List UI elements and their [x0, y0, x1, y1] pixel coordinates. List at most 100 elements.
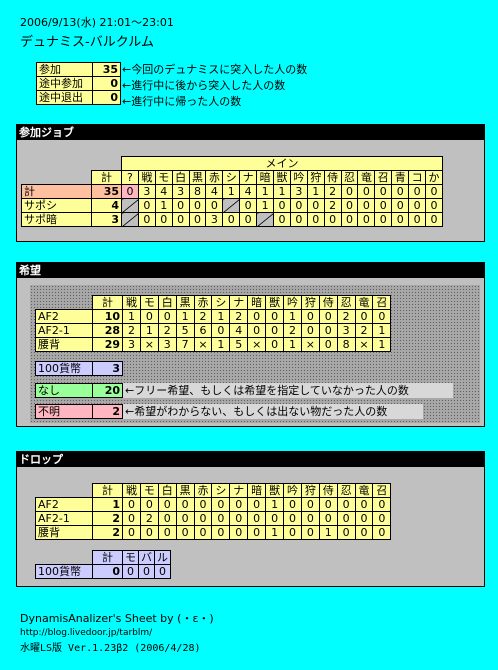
- drop-currency-header: モ: [122, 550, 139, 565]
- jobs-row-label: サポシ: [21, 198, 92, 213]
- drop-col-header: 召: [372, 483, 392, 498]
- drop-cell: 0: [157, 497, 177, 512]
- drop-cell: 0: [336, 511, 356, 526]
- jobs-cell: 0: [374, 184, 393, 199]
- drop-currency-cell: 0: [154, 564, 171, 579]
- hope-unknown-value: 2: [92, 404, 123, 419]
- jobs-cell: 0: [391, 198, 410, 213]
- jobs-col-header: 黒: [188, 170, 207, 185]
- hope-cell: 0: [372, 309, 392, 324]
- drop-currency-header: ル: [154, 550, 171, 565]
- hope-row: 腰背 29 3 × 3 7 × 1 5 × 0 1 × 0 8 × 1: [35, 337, 392, 352]
- footer-credit: DynamisAnalizer's Sheet by (・ε・): [20, 612, 214, 625]
- drop-col-header: 赤: [193, 483, 213, 498]
- drop-cell: 2: [139, 511, 159, 526]
- hope-cell: 2: [354, 323, 374, 338]
- jobs-cell: 0: [408, 184, 427, 199]
- jobs-row-total: 4: [91, 198, 122, 213]
- drop-cell: 1: [265, 525, 285, 540]
- drop-cell: 0: [157, 525, 177, 540]
- footer-url[interactable]: http://blog.livedoor.jp/tarblm/: [20, 626, 214, 641]
- drop-cell: 0: [283, 497, 302, 512]
- hope-cell: ×: [247, 337, 267, 352]
- jobs-total-header: 計: [91, 170, 122, 185]
- hope-cell: 1: [372, 337, 392, 352]
- hope-cell: 1: [283, 309, 302, 324]
- hope-cell: 0: [265, 323, 285, 338]
- hope-col-header: ナ: [229, 295, 249, 310]
- jobs-cell: 2: [323, 198, 342, 213]
- hope-cell: ×: [193, 337, 213, 352]
- hope-col-header: 侍: [318, 295, 338, 310]
- drop-cell: 0: [247, 497, 267, 512]
- hope-cell: 0: [300, 309, 320, 324]
- drop-cell: 0: [247, 525, 267, 540]
- jobs-cell: [121, 198, 139, 213]
- hope-col-header: 白: [157, 295, 177, 310]
- hope-col-header: 獣: [265, 295, 285, 310]
- hope-section: 希望 計戦モ白黒赤シナ暗獣吟狩侍忍竜召 AF2 10 1 0 0 1 2 1 2 0 0 1 0 0 2 0 0 A…: [16, 262, 485, 427]
- drop-cell: 0: [193, 497, 213, 512]
- hope-row: AF2 10 1 0 0 1 2 1 2 0 0 1 0 0 2 0 0: [35, 309, 392, 324]
- jobs-cell: 0: [357, 184, 376, 199]
- hope-cell: 0: [265, 337, 285, 352]
- hope-corner: [35, 295, 93, 310]
- hope-cell: 2: [157, 323, 177, 338]
- hope-unknown-label: 不明: [35, 404, 93, 419]
- jobs-cell: 0: [340, 198, 359, 213]
- jobs-cell: 4: [239, 184, 258, 199]
- jobs-row-label: サポ暗: [21, 212, 92, 227]
- hope-col-header: 赤: [193, 295, 213, 310]
- jobs-cell: 0: [289, 212, 308, 227]
- jobs-cell: [222, 198, 241, 213]
- hope-row-total: 29: [92, 337, 123, 352]
- jobs-cell: 0: [222, 212, 241, 227]
- jobs-cell: 4: [154, 184, 173, 199]
- drop-col-header: 狩: [300, 483, 320, 498]
- session-datetime: 2006/9/13(水) 21:01～23:01: [20, 16, 174, 29]
- drop-cell: 0: [336, 497, 356, 512]
- jobs-cell: 3: [289, 184, 308, 199]
- jobs-col-header: コ: [408, 170, 427, 185]
- hope-currency-value: 3: [92, 361, 123, 376]
- hope-cell: 0: [247, 309, 267, 324]
- footer-version: 水曜LS版 Ver.1.23β2 (2006/4/28): [20, 643, 201, 654]
- hope-currency-table: 100貨幣 3: [35, 361, 123, 376]
- hope-col-header: 忍: [336, 295, 356, 310]
- hope-cell: ×: [300, 337, 320, 352]
- jobs-cell: 0: [137, 198, 156, 213]
- hope-cell: ×: [354, 337, 374, 352]
- jobs-cell: 0: [306, 198, 325, 213]
- hope-cell: 6: [193, 323, 213, 338]
- jobs-cell: 0: [137, 212, 156, 227]
- jobs-col-header: 狩: [306, 170, 325, 185]
- jobs-col-header: モ: [154, 170, 173, 185]
- hope-cell: 1: [283, 337, 302, 352]
- page-title: デュナミス-バルクルム: [20, 35, 155, 50]
- hope-row-label: 腰背: [35, 337, 93, 352]
- jobs-cell: 3: [137, 184, 156, 199]
- hope-cell: 3: [122, 337, 141, 352]
- jobs-table: メイン計? 戦モ白黒赤シナ暗獣吟狩侍忍竜召青コか計 35 0 3 4 3 8 4 1 4 1 1 3 1 2 0…: [21, 156, 443, 227]
- jobs-main-header: メイン: [121, 156, 443, 171]
- hope-cell: 0: [318, 337, 338, 352]
- jobs-cell: 0: [408, 198, 427, 213]
- jobs-corner: [22, 157, 122, 171]
- jobs-cell: 0: [121, 184, 139, 199]
- drop-currency-total: 0: [92, 564, 123, 579]
- drop-col-header: 戦: [122, 483, 141, 498]
- hope-col-header: 戦: [122, 295, 141, 310]
- drop-cell: 0: [175, 525, 195, 540]
- drop-cell: 0: [354, 497, 374, 512]
- drop-cell: 0: [300, 525, 320, 540]
- jobs-cell: 1: [306, 184, 325, 199]
- hope-cell: 2: [229, 309, 249, 324]
- hope-cell: 0: [318, 323, 338, 338]
- drop-cell: 0: [247, 511, 267, 526]
- footer: DynamisAnalizer's Sheet by (・ε・) http://…: [20, 611, 214, 656]
- drop-col-header: 忍: [336, 483, 356, 498]
- jobs-row-total: 3: [91, 212, 122, 227]
- hope-col-header: 黒: [175, 295, 195, 310]
- jobs-cell: 0: [171, 212, 190, 227]
- hope-cell: 0: [354, 309, 374, 324]
